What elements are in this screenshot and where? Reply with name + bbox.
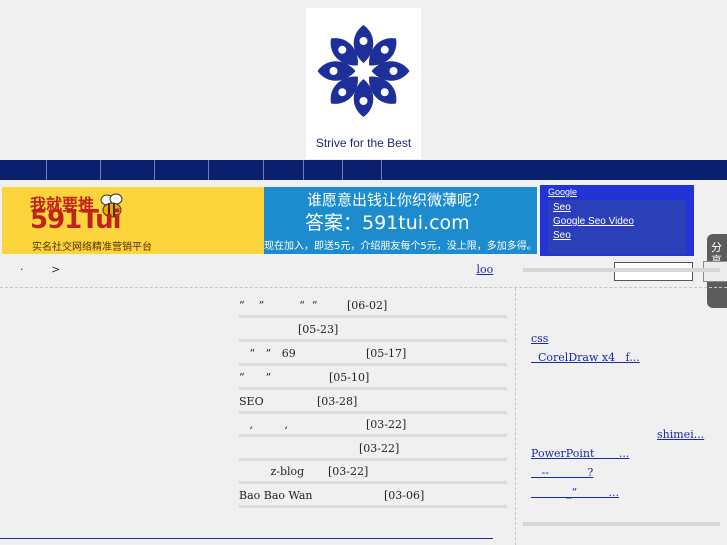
breadcrumb-home[interactable]: · [20,263,24,276]
article-date: [05-23] [298,323,339,336]
nav-divider [381,160,382,180]
nav-divider [208,160,209,180]
nav-divider [100,160,101,180]
sidebar-link[interactable] [531,505,569,517]
nav-divider [342,160,343,180]
article-divider [239,411,507,414]
banner-question: 谁愿意出钱让你织微薄呢？ [307,191,488,209]
article-divider [239,434,507,437]
banner-ad[interactable]: 我就要推 591Tui 实名社交网络精准营销平台 谁愿意出钱让你织微薄呢？ 答案… [2,187,537,254]
sidebar-link[interactable]: css [531,332,548,345]
column-divider [515,288,516,545]
sidebar-link[interactable]: CorelDraw x4 f... [531,351,640,364]
article-divider [239,458,507,461]
sidebar-link[interactable]: _“ ... [531,486,619,499]
nav-divider [263,160,264,180]
google-links-title[interactable]: Google [548,187,577,197]
flower-logo-icon [317,25,410,117]
article-divider [239,481,507,484]
nav-divider [154,160,155,180]
sidebar-link[interactable]: shimei... [657,428,704,441]
article-divider [239,363,507,366]
site-logo[interactable]: Strive for the Best [306,8,421,159]
content-divider [0,287,727,288]
banner-subtitle: 实名社交网络精准营销平台 [32,242,152,253]
google-link[interactable]: Seo [553,202,571,213]
google-link[interactable]: Seo [553,230,571,241]
banner-brand-name: 591Tui [30,205,122,235]
banner-brand-panel: 我就要推 591Tui 实名社交网络精准营销平台 [2,187,264,254]
article-date: [05-10] [329,371,370,384]
article-date: [05-17] [366,347,407,360]
article-divider [239,315,507,318]
sidebar-link[interactable]: PowerPoint ... [531,447,629,460]
banner-note: 现在加入，即送5元，介绍朋友每个5元，没上限，多加多得。 [264,241,537,252]
nav-divider [46,160,47,180]
logo-tagline: Strive for the Best [315,136,412,150]
article-date: [03-06] [384,489,425,502]
sidebar-link[interactable] [531,410,575,422]
article-divider [239,505,507,508]
article-divider [239,339,507,342]
article-date: [03-22] [328,465,369,478]
sidebar-link[interactable] [694,371,712,383]
sidebar-link[interactable] [531,390,587,402]
google-links-list: Seo Google Seo Video Seo [548,200,686,254]
article-date: [03-22] [366,418,407,431]
breadcrumb-separator: > [51,263,61,276]
banner-answer: 答案：591tui.com [305,212,470,234]
google-link[interactable]: Google Seo Video [553,216,634,227]
sidebar-link[interactable]: -- ? [531,466,593,479]
article-date: [06-02] [347,299,388,312]
google-links-box: Google Seo Google Seo Video Seo [540,185,694,256]
toolbar-link[interactable]: loo [477,263,494,276]
article-date: [03-28] [317,395,358,408]
sidebar-link[interactable] [531,371,543,383]
nav-divider [303,160,304,180]
article-divider [239,387,507,390]
sidebar-header-bar [523,268,720,272]
main-nav [0,160,727,180]
article-date: [03-22] [359,442,400,455]
sidebar-footer-bar [523,522,720,526]
footer-divider [0,538,493,539]
